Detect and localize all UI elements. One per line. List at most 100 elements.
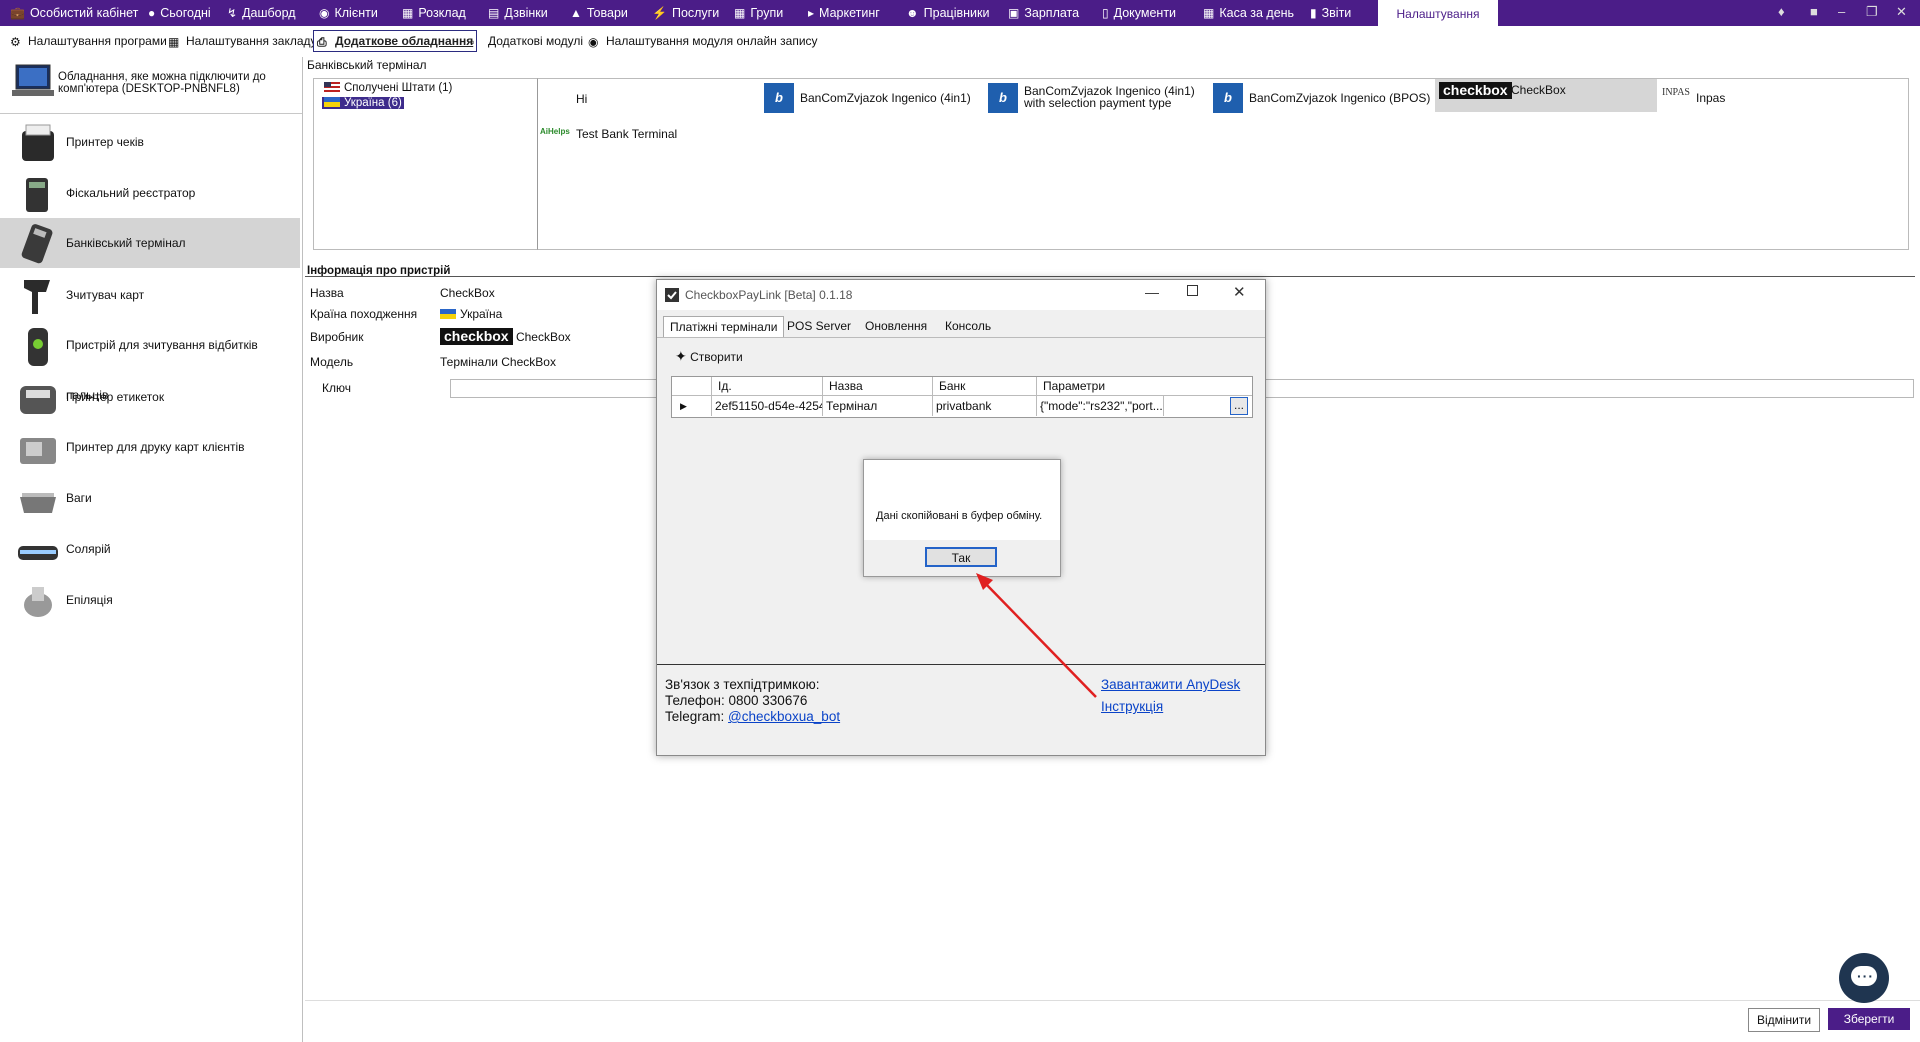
cancel-button[interactable]: Відмінити [1748, 1008, 1820, 1032]
device-label: Фіскальний реєстратор [66, 186, 196, 200]
row-selector-icon[interactable]: ▶ [672, 396, 712, 416]
bank-item-hi[interactable]: Hi [576, 89, 587, 123]
column-bank[interactable]: Банк [933, 377, 1037, 396]
info-model-label: Модель [310, 355, 354, 369]
nav-item-schedule[interactable]: ▦ Розклад [402, 0, 466, 26]
save-button[interactable]: Зберегти [1828, 1008, 1910, 1030]
tab-program-settings[interactable]: ⚙ Налаштування програми [10, 31, 167, 51]
info-key-label: Ключ [322, 381, 351, 395]
ukraine-flag-icon [324, 97, 340, 107]
tab-online-booking-settings[interactable]: ◉ Налаштування модуля онлайн запису [588, 31, 818, 51]
bank-item-bcz-bpos[interactable]: b BanComZvjazok Ingenico (BPOS) [1213, 83, 1433, 117]
cell-name[interactable]: Термінал [823, 396, 933, 416]
nav-item-groups[interactable]: ▦ Групи [734, 0, 783, 26]
column-name[interactable]: Назва [823, 377, 933, 396]
nav-item-dashboard[interactable]: ↯ Дашборд [227, 0, 296, 26]
cell-id[interactable]: 2ef51150-d54e-4254-a5... [712, 396, 823, 416]
column-id[interactable]: Ід. [712, 377, 823, 396]
bank-item-bcz-4in1[interactable]: b BanComZvjazok Ingenico (4in1) [764, 83, 984, 117]
nav-item-reports[interactable]: ▮ Звіти [1310, 0, 1351, 26]
tab-pos-server[interactable]: POS Server [781, 316, 857, 337]
window-minimize-button[interactable]: — [1145, 284, 1159, 300]
tab-console[interactable]: Консоль [939, 316, 997, 337]
building-icon: ▦ [168, 35, 180, 49]
module-icon: ▫ [470, 35, 475, 49]
document-icon: ▯ [1102, 6, 1109, 20]
nav-item-settings[interactable]: Налаштування [1378, 0, 1498, 26]
column-params[interactable]: Параметри [1037, 377, 1252, 396]
tab-updates[interactable]: Оновлення [859, 316, 933, 337]
device-card-reader[interactable]: Зчитувач карт [0, 270, 300, 320]
device-label-printer[interactable]: Принтер етикеток [0, 372, 300, 422]
bank-terminal-icon [21, 224, 53, 264]
info-model-value: Термінали CheckBox [440, 355, 556, 369]
nav-item-services[interactable]: ⚡ Послуги [652, 0, 719, 26]
cell-bank[interactable]: privatbank [933, 396, 1037, 416]
device-receipt-printer[interactable]: Принтер чеків [0, 117, 300, 167]
window-maximize-button[interactable] [1187, 285, 1198, 296]
nav-item-cabinet[interactable]: 💼 Особистий кабінет [10, 0, 138, 26]
card-printer-icon [20, 438, 56, 464]
divider [305, 276, 1915, 277]
nav-item-staff[interactable]: ☻ Працівники [906, 0, 989, 26]
bank-item-test-terminal[interactable]: AiHelps Test Bank Terminal [540, 123, 760, 157]
dialog-ok-button[interactable]: Так [925, 547, 997, 567]
support-phone: Телефон: 0800 330676 [665, 693, 808, 708]
bank-item-checkbox[interactable]: checkbox CheckBox [1435, 79, 1657, 112]
group-icon: ▦ [734, 6, 746, 20]
chat-button[interactable]: ··· [1839, 953, 1889, 1003]
phone-book-icon: ▤ [488, 6, 500, 20]
bank-item-bcz-4in1-payment-type[interactable]: b BanComZvjazok Ingenico (4in1) with sel… [988, 83, 1218, 117]
device-bank-terminal[interactable]: Банківський термінал [0, 218, 300, 268]
section-title: Банківський термінал [307, 58, 427, 72]
briefcase-icon: 💼 [10, 6, 25, 20]
device-label: Пристрій для зчитування відбитків пальці… [66, 338, 258, 402]
device-card-printer[interactable]: Принтер для друку карт клієнтів [0, 422, 300, 472]
device-fiscal-register[interactable]: Фіскальний реєстратор [0, 168, 300, 218]
dialog-body [864, 460, 1060, 540]
lock-icon[interactable]: ■ [1810, 0, 1818, 26]
device-scales[interactable]: Ваги [0, 473, 300, 523]
info-name-label: Назва [310, 286, 344, 300]
country-item-ukraine[interactable]: Україна (6) [322, 97, 404, 109]
calendar-icon: ▦ [402, 6, 414, 20]
device-fingerprint-reader[interactable]: Пристрій для зчитування відбитків пальці… [0, 320, 300, 402]
nav-item-salary[interactable]: ▣ Зарплата [1008, 0, 1079, 26]
fingerprint-reader-icon [28, 328, 48, 366]
nav-item-clients[interactable]: ◉ Клієнти [319, 0, 378, 26]
device-label: Принтер чеків [66, 135, 144, 149]
nav-item-today[interactable]: ● Сьогодні [148, 0, 211, 26]
tab-additional-equipment[interactable]: ⎙ Додаткове обладнання [313, 30, 478, 52]
info-maker-value: checkbox CheckBox [440, 328, 571, 345]
nav-item-goods[interactable]: ▲ Товари [570, 0, 628, 26]
scales-icon [20, 493, 56, 513]
nav-item-calls[interactable]: ▤ Дзвінки [488, 0, 548, 26]
bank-item-inpas[interactable]: INPAS Inpas [1660, 83, 1780, 117]
person-icon: ☻ [906, 6, 919, 20]
cell-params[interactable]: {"mode":"rs232","port... [1037, 396, 1164, 416]
restore-icon[interactable]: ❐ [1866, 0, 1878, 26]
app-icon [665, 288, 679, 302]
manual-link[interactable]: Інструкція [1101, 699, 1163, 714]
create-button[interactable]: ✦ Створити [675, 348, 743, 365]
device-solarium[interactable]: Солярій [0, 524, 300, 574]
params-more-button[interactable]: ... [1230, 397, 1248, 415]
close-icon[interactable]: ✕ [1896, 0, 1907, 26]
window-titlebar: CheckboxPayLink [Beta] 0.1.18 — ✕ [657, 280, 1265, 310]
nav-item-cash[interactable]: ▦ Каса за день [1203, 0, 1294, 26]
anydesk-link[interactable]: Завантажити AnyDesk [1101, 677, 1240, 692]
nav-item-marketing[interactable]: ▸ Маркетинг [808, 0, 880, 26]
nav-item-documents[interactable]: ▯ Документи [1102, 0, 1176, 26]
globe-icon: ◉ [588, 35, 599, 49]
bkc-logo-icon: b [988, 83, 1018, 113]
country-item-us[interactable]: Сполучені Штати (1) [324, 82, 452, 94]
window-close-button[interactable]: ✕ [1233, 283, 1246, 301]
minimize-icon[interactable]: – [1838, 0, 1845, 26]
tab-payment-terminals[interactable]: Платіжні термінали [663, 316, 785, 338]
telegram-link[interactable]: @checkboxua_bot [728, 709, 840, 724]
bell-icon[interactable]: ♦ [1778, 0, 1785, 26]
tab-venue-settings[interactable]: ▦ Налаштування закладу [168, 31, 317, 51]
device-epilation[interactable]: Епіляція [0, 575, 300, 625]
tab-additional-modules[interactable]: ▫ Додаткові модулі [470, 31, 583, 51]
window-title: CheckboxPayLink [Beta] 0.1.18 [685, 288, 853, 302]
